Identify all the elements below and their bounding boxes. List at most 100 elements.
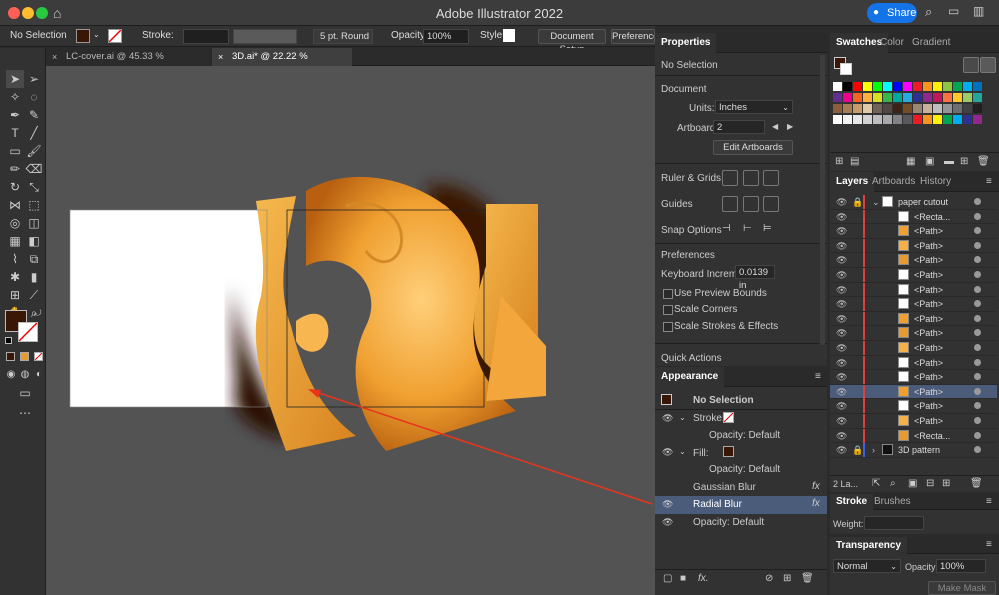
layer-row[interactable]: 👁 <Path> <box>830 297 997 312</box>
color-swatch[interactable] <box>953 93 962 102</box>
eye-icon[interactable]: 👁 <box>662 413 673 424</box>
color-swatch[interactable] <box>903 82 912 91</box>
pencil-tool-icon[interactable]: ✏ <box>6 160 24 178</box>
color-swatch[interactable] <box>873 104 882 113</box>
layer-row[interactable]: 👁 <Path> <box>830 282 997 298</box>
eye-icon[interactable]: 👁 <box>836 343 847 354</box>
fill-attr-swatch[interactable] <box>723 446 734 457</box>
panel-menu-icon[interactable]: ≡ <box>986 496 992 507</box>
share-button[interactable]: ● Share <box>867 3 917 23</box>
eyedropper-tool-icon[interactable]: ⌇ <box>6 250 24 268</box>
fx-icon[interactable]: fx <box>812 481 820 492</box>
mesh-tool-icon[interactable]: ▦ <box>6 232 24 250</box>
target-icon[interactable] <box>974 227 981 235</box>
lock-icon[interactable]: 🔒 <box>852 197 863 208</box>
eye-icon[interactable]: 👁 <box>836 241 847 252</box>
stroke-color-box[interactable] <box>18 322 38 342</box>
target-icon[interactable] <box>974 271 981 278</box>
color-swatch[interactable] <box>923 104 932 113</box>
layer-row[interactable]: 👁 <Path> <box>830 224 997 239</box>
add-effect-icon[interactable]: fx. <box>698 573 709 584</box>
color-swatch[interactable] <box>963 115 972 124</box>
direct-selection-tool-icon[interactable]: ➢ <box>25 70 43 88</box>
tab-color[interactable]: Color <box>874 33 910 53</box>
color-swatch[interactable] <box>903 115 912 124</box>
scrollbar[interactable] <box>820 55 825 345</box>
color-swatch[interactable] <box>893 104 902 113</box>
swatch-grid[interactable] <box>833 82 998 137</box>
color-swatch[interactable] <box>853 115 862 124</box>
use-preview-bounds-checkbox[interactable] <box>663 289 673 299</box>
canvas[interactable] <box>46 66 655 595</box>
target-icon[interactable] <box>974 329 981 337</box>
color-swatch[interactable] <box>933 104 942 113</box>
layer-row[interactable]: 👁 🔒 ⌄ paper cutout <box>830 195 997 210</box>
color-swatch[interactable] <box>923 82 932 91</box>
color-swatch[interactable] <box>913 115 922 124</box>
chevron-icon[interactable]: ⌄ <box>872 197 880 208</box>
eye-icon[interactable]: 👁 <box>662 447 673 458</box>
edit-artboards-button[interactable]: Edit Artboards <box>713 140 793 155</box>
eye-icon[interactable]: 👁 <box>836 197 847 208</box>
grid-view-icon[interactable] <box>980 57 996 73</box>
document-setup-button[interactable]: Document Setup <box>538 29 606 55</box>
swatch-stroke-preview[interactable] <box>840 63 852 75</box>
clear-appearance-icon[interactable]: ⊘ <box>765 573 773 584</box>
transparency-opacity-field[interactable]: 100% <box>936 559 986 573</box>
layer-row[interactable]: 👁 <Path> <box>830 341 997 356</box>
stroke-swatch[interactable] <box>108 29 122 43</box>
more-tools-icon[interactable]: ⋯ <box>16 404 34 422</box>
new-swatch-icon[interactable]: ⊞ <box>960 156 968 167</box>
new-color-group-icon[interactable]: ▣ <box>925 156 934 167</box>
curvature-tool-icon[interactable]: ✎ <box>25 106 43 124</box>
layer-row[interactable]: 👁 🔒 › 3D pattern <box>830 443 997 458</box>
symbol-sprayer-tool-icon[interactable]: ✱ <box>6 268 24 286</box>
style-swatch[interactable] <box>503 29 515 42</box>
color-swatch[interactable] <box>833 82 842 91</box>
scale-corners-checkbox[interactable] <box>663 305 673 315</box>
gradient-tool-icon[interactable]: ◧ <box>25 232 43 250</box>
color-swatch[interactable] <box>853 104 862 113</box>
export-icon[interactable]: ⇱ <box>872 478 880 489</box>
fill-swatch[interactable] <box>76 29 90 43</box>
swatch-options-icon[interactable]: ▦ <box>906 156 915 167</box>
none-mode-icon[interactable] <box>34 352 43 361</box>
swatch-libraries-icon[interactable]: ⊞ <box>835 156 843 167</box>
color-swatch[interactable] <box>903 93 912 102</box>
list-view-icon[interactable] <box>963 57 979 73</box>
snap-to-grid-icon[interactable]: ⊢ <box>743 222 759 238</box>
free-transform-tool-icon[interactable]: ⬚ <box>25 196 43 214</box>
color-swatch[interactable] <box>863 93 872 102</box>
chevron-down-icon[interactable]: ⌄ <box>679 447 686 456</box>
add-stroke-icon[interactable]: ▢ <box>663 573 672 584</box>
layer-row[interactable]: 👁 <Path> <box>830 253 997 268</box>
show-guides-icon[interactable] <box>722 196 738 212</box>
color-swatch[interactable] <box>843 104 852 113</box>
eye-icon[interactable]: 👁 <box>662 499 673 510</box>
magic-wand-tool-icon[interactable]: ✧ <box>6 88 24 106</box>
stroke-weight-field[interactable] <box>183 29 229 44</box>
new-folder-icon[interactable]: ▬ <box>944 156 954 167</box>
target-icon[interactable] <box>974 344 981 351</box>
color-swatch[interactable] <box>953 82 962 91</box>
add-fill-icon[interactable]: ■ <box>680 573 686 584</box>
color-swatch[interactable] <box>873 82 882 91</box>
color-swatch[interactable] <box>883 104 892 113</box>
grid-icon[interactable] <box>743 170 759 186</box>
color-swatch[interactable] <box>883 82 892 91</box>
color-swatch[interactable] <box>953 115 962 124</box>
scale-tool-icon[interactable]: ⤡ <box>25 178 43 196</box>
layer-row[interactable]: 👁 <Path> <box>830 414 997 429</box>
color-swatch[interactable] <box>913 104 922 113</box>
color-swatch[interactable] <box>893 82 902 91</box>
delete-item-icon[interactable]: 🗑 <box>801 573 814 584</box>
layer-row[interactable]: 👁 <Recta... <box>830 428 997 444</box>
blend-mode-select[interactable]: Normal ⌄ <box>833 559 901 573</box>
tab-appearance[interactable]: Appearance <box>655 367 725 387</box>
preferences-button[interactable]: Preferences <box>611 29 655 44</box>
snap-to-point-icon[interactable]: ⊣ <box>722 222 738 238</box>
tab-lc-cover[interactable]: × LC-cover.ai @ 45.33 % (RGB/Preview) <box>46 48 211 80</box>
units-select[interactable]: Inches ⌄ <box>715 100 793 114</box>
color-mode-icon[interactable] <box>6 352 15 361</box>
close-tab-icon[interactable]: × <box>218 48 223 66</box>
